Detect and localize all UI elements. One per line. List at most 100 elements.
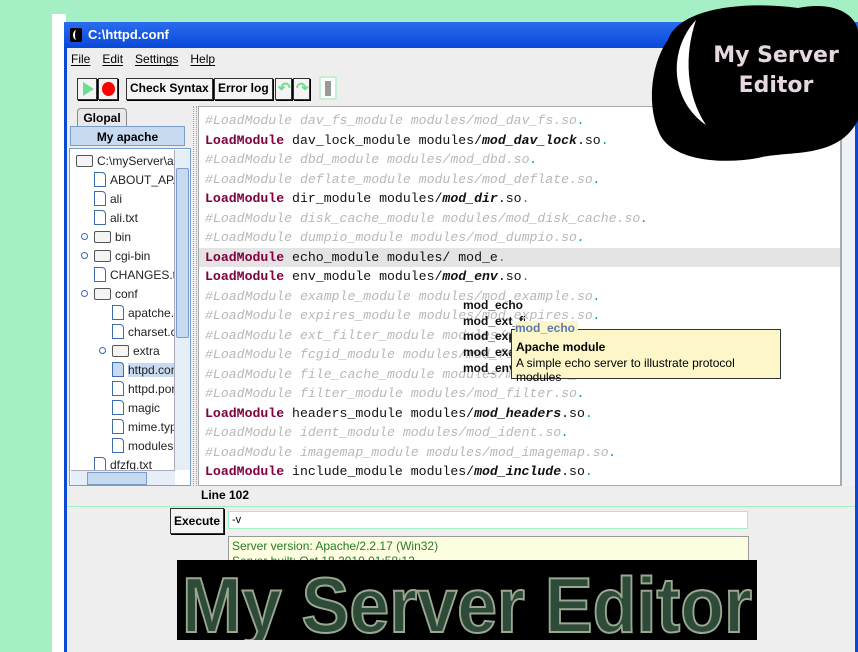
status-line: Line 102 [201,488,250,502]
line-end-marker: . [576,386,585,401]
code-name: headers_module modules/ [284,405,475,421]
tree-item[interactable]: mime.typ [112,417,177,436]
app-icon [70,28,82,42]
line-end-marker: . [529,152,538,167]
file-icon [94,172,106,187]
tree-item-label: bin [115,229,132,244]
code-kw: #LoadModule [205,386,293,401]
tree-item-label: httpd.con [128,362,178,377]
code-ext: .so [616,210,641,226]
code-mod: mod_deflate [482,171,570,187]
tree-item-label: ali [110,191,123,206]
autocomplete-item[interactable]: mod_echo [463,298,525,314]
tree-item-label: modules [128,438,174,453]
code-mod: mod_env [442,269,498,284]
start-server-button[interactable] [77,78,97,100]
code-mod: mod_ident [466,425,538,440]
code-mod: mod_imagemap [489,444,585,460]
tree-item[interactable]: CHANGES.tx [94,265,182,284]
divider [67,506,855,507]
output-line: Server version: Apache/2.2.17 (Win32) [232,539,439,553]
line-end-marker: . [608,444,617,460]
code-line[interactable]: #LoadModule deflate_module modules/mod_d… [205,170,601,190]
tree-item[interactable]: modules [112,436,173,455]
code-mod: mod_dumpio [474,230,554,245]
code-line[interactable]: #LoadModule dav_fs_module modules/mod_da… [205,111,585,131]
command-input[interactable] [228,511,748,529]
code-kw: #LoadModule [205,425,293,440]
code-line[interactable]: LoadModule headers_module modules/mod_he… [205,404,593,424]
expand-toggle-icon[interactable] [81,290,88,297]
menu-bar: File Edit Settings Help [71,52,215,70]
tab-global[interactable]: Glopal [77,108,127,126]
menu-file[interactable]: File [71,52,90,70]
code-name: env_module modules/ [284,269,443,284]
tree-item[interactable]: charset.c [112,322,177,341]
menu-help[interactable]: Help [190,52,215,70]
code-line[interactable]: #LoadModule dbd_module modules/mod_dbd.s… [205,150,537,170]
code-name: filter_module modules/ [292,386,475,401]
code-line[interactable]: #LoadModule filter_module modules/mod_fi… [205,384,585,404]
server-status-icon[interactable] [319,76,337,100]
tree-horizontal-scrollbar[interactable] [71,470,175,485]
check-syntax-button[interactable]: Check Syntax [126,78,213,100]
code-name: fcgid_module modules/ [292,347,467,362]
svg-text:My Server Editor: My Server Editor [182,561,752,640]
tree-item[interactable]: C:\myServer\apa [76,151,187,170]
line-end-marker: . [497,249,506,265]
code-line[interactable]: #LoadModule disk_cache_module modules/mo… [205,209,648,229]
tree-item[interactable]: bin [94,227,131,246]
code-mod: mod_include [474,464,562,479]
expand-toggle-icon[interactable] [81,233,88,240]
code-line[interactable]: #LoadModule ident_module modules/mod_ide… [205,423,569,443]
tree-item[interactable]: httpd.por [112,379,175,398]
error-log-button[interactable]: Error log [214,78,273,100]
execute-button[interactable]: Execute [170,508,225,534]
code-ext: .so [505,152,530,167]
code-ext: .so [569,171,593,187]
tree-item[interactable]: apatche. [112,303,174,322]
file-icon [112,438,124,453]
code-ext: .so [553,230,577,245]
tree-item[interactable]: extra [112,341,160,360]
tree-item-label: apatche. [128,305,175,320]
code-line[interactable]: #LoadModule imagemap_module modules/mod_… [205,443,617,463]
tree-item[interactable]: ali.txt [94,208,138,227]
file-icon [112,362,124,377]
code-kw: LoadModule [205,464,285,479]
code-line[interactable]: #LoadModule dumpio_module modules/mod_du… [205,228,585,248]
code-line[interactable]: LoadModule include_module modules/mod_in… [205,462,593,482]
stop-server-button[interactable] [98,78,118,100]
svg-text:Editor: Editor [739,73,814,98]
expand-toggle-icon[interactable] [99,347,106,354]
code-name: dbd_module modules/ [292,152,451,167]
tree-item-label: httpd.por [128,381,176,396]
code-line[interactable]: #LoadModule example_module modules/mod_e… [205,287,601,307]
tree-item[interactable]: httpd.con [112,360,178,379]
redo-button[interactable]: ↷ [293,78,310,100]
tree-vertical-scrollbar[interactable] [174,150,190,470]
code-kw: #LoadModule [205,308,293,323]
tree-item[interactable]: ali [94,189,122,208]
tree-item[interactable]: conf [94,284,138,303]
scroll-thumb[interactable] [87,472,147,485]
tree-item[interactable]: magic [112,398,160,417]
menu-edit[interactable]: Edit [102,52,123,70]
undo-button[interactable]: ↶ [275,78,292,100]
code-kw: LoadModule [205,191,285,206]
code-line[interactable]: LoadModule dir_module modules/mod_dir.so… [205,189,530,209]
split-pane-divider[interactable] [193,106,197,486]
line-end-marker: . [584,405,593,421]
file-icon [112,305,124,320]
code-line[interactable]: LoadModule echo_module modules/ mod_e. [199,247,840,267]
tab-my-apache[interactable]: My apache [70,126,185,146]
scroll-thumb[interactable] [176,168,189,338]
tree-item[interactable]: cgi-bin [94,246,150,265]
menu-settings[interactable]: Settings [135,52,178,70]
code-line[interactable]: LoadModule env_module modules/mod_env.so… [205,267,530,287]
expand-toggle-icon[interactable] [81,252,88,259]
code-kw: #LoadModule [205,210,293,226]
tree-item[interactable]: ABOUT_APA [94,170,181,189]
code-line[interactable]: LoadModule dav_lock_module modules/mod_d… [205,131,609,151]
code-name: disk_cache_module modules/ [292,210,506,226]
